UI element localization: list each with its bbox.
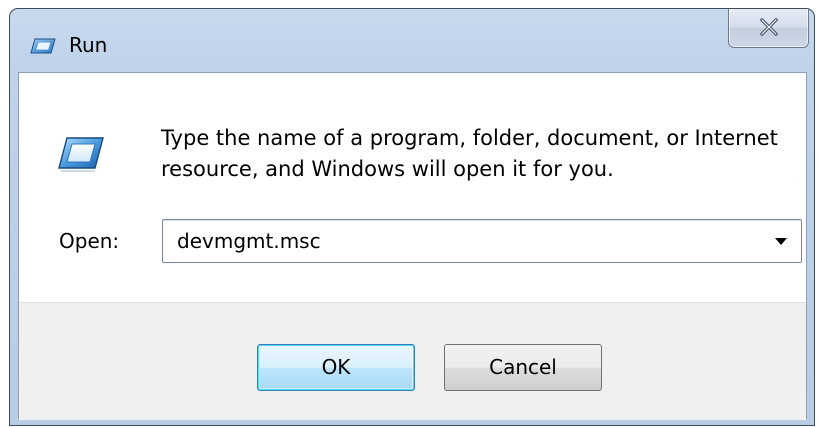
close-button[interactable] <box>728 9 809 48</box>
run-program-icon <box>57 134 105 174</box>
dialog-description: Type the name of a program, folder, docu… <box>161 126 778 181</box>
open-input[interactable] <box>163 220 763 262</box>
dialog-body: Type the name of a program, folder, docu… <box>18 72 807 420</box>
window-title: Run <box>69 33 108 57</box>
chevron-down-icon <box>775 238 787 245</box>
cancel-button[interactable]: Cancel <box>444 344 602 391</box>
run-icon <box>30 36 56 56</box>
open-combobox[interactable] <box>162 219 802 263</box>
open-label: Open: <box>59 229 120 253</box>
dropdown-button[interactable] <box>767 220 795 262</box>
content-area: Type the name of a program, folder, docu… <box>19 73 806 302</box>
close-icon <box>759 18 779 36</box>
ok-button[interactable]: OK <box>257 344 415 391</box>
button-bar: OK Cancel <box>19 302 806 420</box>
run-dialog-window: Run Type the name of a program, folder, … <box>9 8 815 426</box>
title-bar[interactable]: Run <box>10 9 814 73</box>
